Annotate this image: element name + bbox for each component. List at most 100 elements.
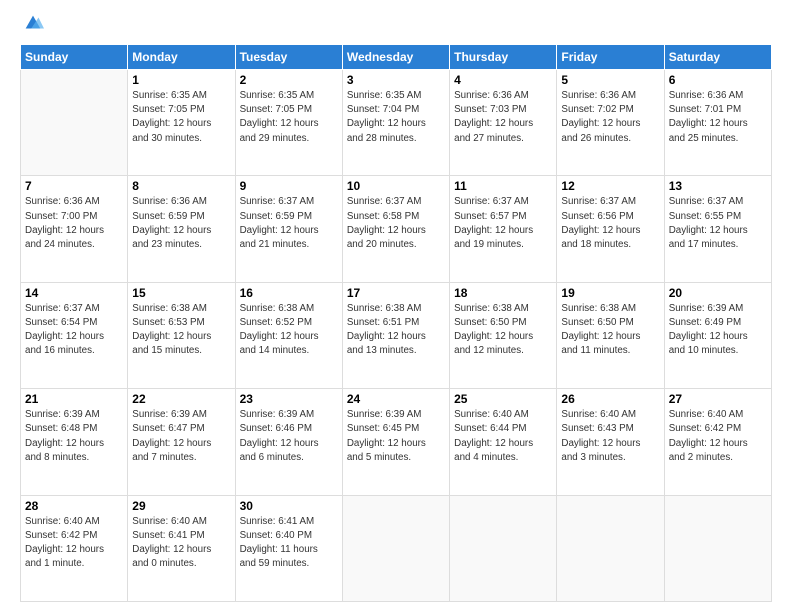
- calendar-cell: 28Sunrise: 6:40 AMSunset: 6:42 PMDayligh…: [21, 495, 128, 601]
- day-number: 29: [132, 499, 230, 513]
- day-number: 22: [132, 392, 230, 406]
- day-number: 27: [669, 392, 767, 406]
- day-info: Sunrise: 6:39 AMSunset: 6:46 PMDaylight:…: [240, 408, 338, 465]
- day-info: Sunrise: 6:35 AMSunset: 7:05 PMDaylight:…: [240, 89, 338, 146]
- day-number: 4: [454, 73, 552, 87]
- day-number: 24: [347, 392, 445, 406]
- day-info: Sunrise: 6:37 AMSunset: 6:59 PMDaylight:…: [240, 195, 338, 252]
- day-info: Sunrise: 6:38 AMSunset: 6:52 PMDaylight:…: [240, 302, 338, 359]
- calendar-cell: 20Sunrise: 6:39 AMSunset: 6:49 PMDayligh…: [664, 282, 771, 388]
- day-number: 13: [669, 179, 767, 193]
- day-info: Sunrise: 6:40 AMSunset: 6:42 PMDaylight:…: [669, 408, 767, 465]
- day-info: Sunrise: 6:39 AMSunset: 6:47 PMDaylight:…: [132, 408, 230, 465]
- calendar-cell: 24 Sunrise: 6:39 AMSunset: 6:45 PMDayligh…: [342, 389, 449, 495]
- day-number: 14: [25, 286, 123, 300]
- day-info: Sunrise: 6:39 AMSunset: 6:48 PMDaylight:…: [25, 408, 123, 465]
- calendar-cell: 17 Sunrise: 6:38 AMSunset: 6:51 PMDayligh…: [342, 282, 449, 388]
- day-info: Sunrise: 6:38 AMSunset: 6:53 PMDaylight:…: [132, 302, 230, 359]
- day-number: 1: [132, 73, 230, 87]
- day-number: 10: [347, 179, 445, 193]
- day-number: 26: [561, 392, 659, 406]
- calendar-cell: 3Sunrise: 6:35 AMSunset: 7:04 PMDaylight…: [342, 70, 449, 176]
- weekday-tuesday: Tuesday: [235, 45, 342, 70]
- calendar-cell: 7 Sunrise: 6:36 AMSunset: 7:00 PMDaylight…: [21, 176, 128, 282]
- day-info: Sunrise: 6:37 AMSunset: 6:55 PMDaylight:…: [669, 195, 767, 252]
- calendar-cell: 30 Sunrise: 6:41 AMSunset: 6:40 PMDayligh…: [235, 495, 342, 601]
- calendar-cell: 5 Sunrise: 6:36 AMSunset: 7:02 PMDaylight…: [557, 70, 664, 176]
- weekday-friday: Friday: [557, 45, 664, 70]
- weekday-thursday: Thursday: [450, 45, 557, 70]
- day-info: Sunrise: 6:35 AMSunset: 7:05 PMDaylight:…: [132, 89, 230, 146]
- day-info: Sunrise: 6:40 AMSunset: 6:43 PMDaylight:…: [561, 408, 659, 465]
- week-row-5: 28Sunrise: 6:40 AMSunset: 6:42 PMDayligh…: [21, 495, 772, 601]
- day-info: Sunrise: 6:39 AMSunset: 6:49 PMDaylight:…: [669, 302, 767, 359]
- day-info: Sunrise: 6:36 AMSunset: 7:01 PMDaylight:…: [669, 89, 767, 146]
- day-number: 7: [25, 179, 123, 193]
- calendar-cell: 9 Sunrise: 6:37 AMSunset: 6:59 PMDaylight…: [235, 176, 342, 282]
- calendar-cell: 21 Sunrise: 6:39 AMSunset: 6:48 PMDayligh…: [21, 389, 128, 495]
- calendar-cell: 11 Sunrise: 6:37 AMSunset: 6:57 PMDayligh…: [450, 176, 557, 282]
- day-info: Sunrise: 6:36 AMSunset: 7:00 PMDaylight:…: [25, 195, 123, 252]
- day-number: 30: [240, 499, 338, 513]
- day-number: 8: [132, 179, 230, 193]
- week-row-1: 1 Sunrise: 6:35 AMSunset: 7:05 PMDaylight…: [21, 70, 772, 176]
- calendar-cell: 26 Sunrise: 6:40 AMSunset: 6:43 PMDayligh…: [557, 389, 664, 495]
- day-info: Sunrise: 6:37 AMSunset: 6:58 PMDaylight:…: [347, 195, 445, 252]
- day-info: Sunrise: 6:39 AMSunset: 6:45 PMDaylight:…: [347, 408, 445, 465]
- calendar-cell: 23 Sunrise: 6:39 AMSunset: 6:46 PMDayligh…: [235, 389, 342, 495]
- logo-icon: [22, 12, 44, 34]
- day-info: Sunrise: 6:41 AMSunset: 6:40 PMDaylight:…: [240, 515, 338, 572]
- calendar-cell: 19 Sunrise: 6:38 AMSunset: 6:50 PMDayligh…: [557, 282, 664, 388]
- calendar-cell: 16 Sunrise: 6:38 AMSunset: 6:52 PMDayligh…: [235, 282, 342, 388]
- day-number: 21: [25, 392, 123, 406]
- calendar-cell: 25 Sunrise: 6:40 AMSunset: 6:44 PMDayligh…: [450, 389, 557, 495]
- weekday-header-row: SundayMondayTuesdayWednesdayThursdayFrid…: [21, 45, 772, 70]
- calendar-table: SundayMondayTuesdayWednesdayThursdayFrid…: [20, 44, 772, 602]
- calendar-cell: [342, 495, 449, 601]
- calendar-cell: 22 Sunrise: 6:39 AMSunset: 6:47 PMDayligh…: [128, 389, 235, 495]
- day-number: 17: [347, 286, 445, 300]
- day-number: 9: [240, 179, 338, 193]
- calendar-cell: 1 Sunrise: 6:35 AMSunset: 7:05 PMDaylight…: [128, 70, 235, 176]
- day-info: Sunrise: 6:36 AMSunset: 7:03 PMDaylight:…: [454, 89, 552, 146]
- week-row-2: 7 Sunrise: 6:36 AMSunset: 7:00 PMDaylight…: [21, 176, 772, 282]
- day-info: Sunrise: 6:38 AMSunset: 6:51 PMDaylight:…: [347, 302, 445, 359]
- calendar-cell: 13 Sunrise: 6:37 AMSunset: 6:55 PMDayligh…: [664, 176, 771, 282]
- day-info: Sunrise: 6:37 AMSunset: 6:57 PMDaylight:…: [454, 195, 552, 252]
- day-number: 25: [454, 392, 552, 406]
- weekday-monday: Monday: [128, 45, 235, 70]
- day-info: Sunrise: 6:36 AMSunset: 6:59 PMDaylight:…: [132, 195, 230, 252]
- day-number: 23: [240, 392, 338, 406]
- logo: [20, 16, 44, 34]
- calendar-cell: 2 Sunrise: 6:35 AMSunset: 7:05 PMDaylight…: [235, 70, 342, 176]
- day-number: 11: [454, 179, 552, 193]
- day-number: 6: [669, 73, 767, 87]
- page-header: [20, 16, 772, 34]
- calendar-cell: 12Sunrise: 6:37 AMSunset: 6:56 PMDayligh…: [557, 176, 664, 282]
- calendar-cell: 29Sunrise: 6:40 AMSunset: 6:41 PMDayligh…: [128, 495, 235, 601]
- day-info: Sunrise: 6:37 AMSunset: 6:54 PMDaylight:…: [25, 302, 123, 359]
- day-info: Sunrise: 6:36 AMSunset: 7:02 PMDaylight:…: [561, 89, 659, 146]
- day-number: 18: [454, 286, 552, 300]
- calendar-cell: [664, 495, 771, 601]
- day-number: 2: [240, 73, 338, 87]
- calendar-cell: 15 Sunrise: 6:38 AMSunset: 6:53 PMDayligh…: [128, 282, 235, 388]
- calendar-cell: 27 Sunrise: 6:40 AMSunset: 6:42 PMDayligh…: [664, 389, 771, 495]
- day-number: 19: [561, 286, 659, 300]
- calendar-cell: 4 Sunrise: 6:36 AMSunset: 7:03 PMDaylight…: [450, 70, 557, 176]
- day-number: 12: [561, 179, 659, 193]
- weekday-wednesday: Wednesday: [342, 45, 449, 70]
- calendar-cell: 10 Sunrise: 6:37 AMSunset: 6:58 PMDayligh…: [342, 176, 449, 282]
- week-row-4: 21 Sunrise: 6:39 AMSunset: 6:48 PMDayligh…: [21, 389, 772, 495]
- weekday-sunday: Sunday: [21, 45, 128, 70]
- day-number: 5: [561, 73, 659, 87]
- week-row-3: 14 Sunrise: 6:37 AMSunset: 6:54 PMDayligh…: [21, 282, 772, 388]
- calendar-cell: 8 Sunrise: 6:36 AMSunset: 6:59 PMDaylight…: [128, 176, 235, 282]
- calendar-cell: 14 Sunrise: 6:37 AMSunset: 6:54 PMDayligh…: [21, 282, 128, 388]
- day-number: 16: [240, 286, 338, 300]
- day-info: Sunrise: 6:40 AMSunset: 6:44 PMDaylight:…: [454, 408, 552, 465]
- day-number: 15: [132, 286, 230, 300]
- day-info: Sunrise: 6:40 AMSunset: 6:42 PMDaylight:…: [25, 515, 123, 572]
- day-info: Sunrise: 6:38 AMSunset: 6:50 PMDaylight:…: [454, 302, 552, 359]
- day-info: Sunrise: 6:38 AMSunset: 6:50 PMDaylight:…: [561, 302, 659, 359]
